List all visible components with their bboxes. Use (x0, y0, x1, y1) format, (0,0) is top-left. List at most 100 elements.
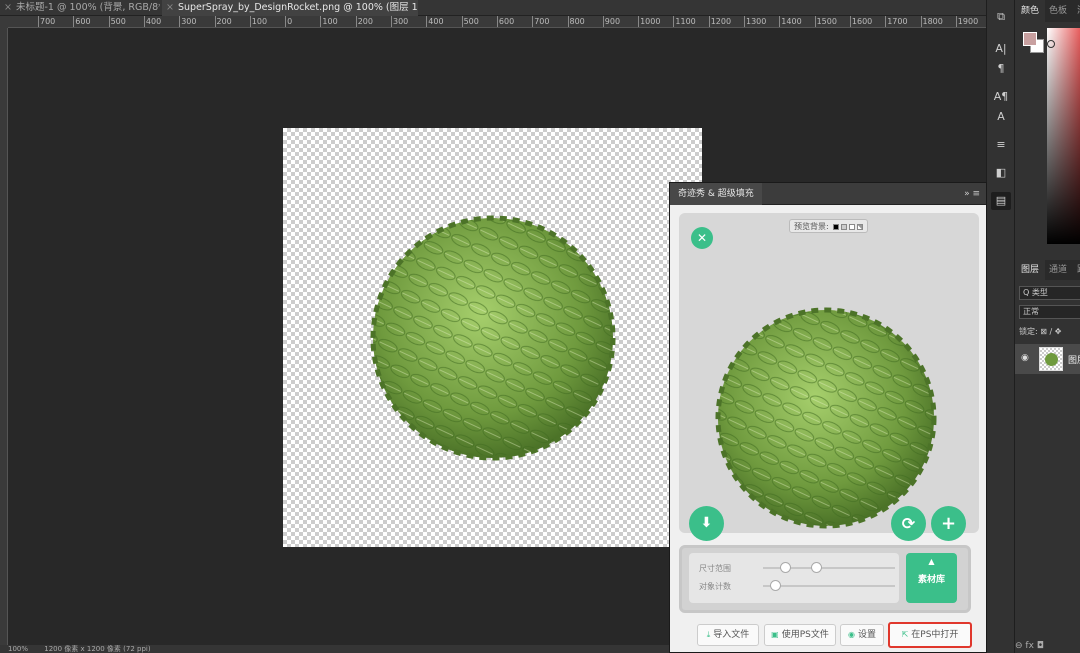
document-tabbar: × 未标题-1 @ 100% (背景, RGB/8*) * × SuperSpray… (0, 0, 986, 16)
ruler-label: 0 (287, 17, 293, 26)
use-ps-file-button[interactable]: ▣ 使用PS文件 (764, 624, 836, 646)
ruler-tick (744, 16, 745, 27)
layer-name[interactable]: 图层 (1068, 353, 1080, 366)
plugin-header: 奇迹秀 & 超级填充 » ≡ (670, 183, 986, 205)
ruler-label: 400 (145, 17, 162, 26)
ruler-corner (0, 16, 8, 28)
tab-close-icon[interactable]: × (166, 2, 174, 13)
ruler-tick (885, 16, 887, 27)
tab-superspray[interactable]: × SuperSpray_by_DesignRocket.png @ 100% (… (162, 0, 418, 16)
doc-size: 1200 像素 x 1200 像素 (72 ppi) (44, 645, 151, 653)
document-canvas[interactable] (283, 128, 702, 547)
ruler-label: 1500 (816, 17, 837, 26)
ruler-label: 1900 (957, 17, 979, 26)
sliders-group: 尺寸范围 对象计数 (689, 553, 899, 603)
material-library-button[interactable]: ▲ 素材库 (906, 553, 957, 603)
size-range-slider[interactable] (763, 562, 895, 573)
preview-background-selector[interactable]: 预览背景: (789, 219, 869, 233)
ruler-tick (108, 16, 110, 27)
tab-close-icon[interactable]: × (4, 2, 12, 13)
layer-panel-tabs: 图层 通道 路 (1015, 260, 1080, 280)
settings-label: 设置 (857, 630, 876, 640)
color-picker-cursor[interactable] (1047, 40, 1055, 48)
tab-color[interactable]: 颜色 (1015, 0, 1046, 22)
size-range-max-knob[interactable] (810, 562, 822, 573)
import-file-button[interactable]: ⤓ 导入文件 (697, 624, 759, 646)
color-field[interactable] (1047, 28, 1080, 244)
ruler-label: 500 (110, 17, 126, 26)
ruler-vertical[interactable] (0, 28, 8, 645)
plugin-panel-icon[interactable]: ▤ (991, 192, 1011, 210)
foreground-color[interactable] (1023, 32, 1037, 46)
image-icon: ▣ (771, 630, 779, 639)
artboard-icon[interactable]: ⧉ (991, 8, 1011, 26)
tab-channels[interactable]: 通道 (1043, 260, 1073, 280)
ruler-label: 200 (216, 17, 232, 26)
layer-thumbnail (1039, 347, 1063, 371)
character-style-icon[interactable]: A (991, 108, 1011, 126)
ruler-tick (955, 16, 957, 27)
tab-paths[interactable]: 路 (1071, 260, 1080, 280)
ruler-tick (708, 16, 710, 27)
ruler-tick (249, 16, 251, 27)
preview-bg-gray[interactable] (841, 223, 848, 230)
paragraph-icon[interactable]: ¶ (991, 60, 1011, 78)
open-in-ps-label: 在PS中打开 (911, 630, 959, 640)
import-label: 导入文件 (713, 630, 750, 640)
tab-layers[interactable]: 图层 (1015, 260, 1046, 280)
ruler-tick (567, 16, 569, 27)
layer-row[interactable]: ◉ 图层 (1015, 344, 1080, 374)
ruler-label: 800 (569, 17, 585, 26)
panel-menu-icon[interactable]: » ≡ (964, 183, 980, 205)
ruler-label: 500 (463, 17, 479, 26)
ruler-label: 300 (181, 17, 197, 26)
refresh-icon[interactable]: ⟳ (891, 506, 926, 541)
layer-filter-select[interactable]: Q 类型 (1019, 286, 1080, 300)
ruler-label: 600 (75, 17, 91, 26)
ruler-horizontal[interactable]: 700 600 500 400 300 200 100 0 100 200 300 400 500 600… (8, 16, 986, 28)
settings-button[interactable]: ◉ 设置 (840, 624, 884, 646)
zoom-level[interactable]: 100% (8, 645, 28, 653)
ruler-tick (355, 16, 357, 27)
ruler-label: 700 (534, 17, 550, 26)
ruler-label: 100 (251, 17, 268, 26)
size-range-min-knob[interactable] (780, 562, 792, 573)
tab-untitled[interactable]: × 未标题-1 @ 100% (背景, RGB/8*) * (0, 0, 160, 16)
preview-bg-transparent[interactable] (857, 223, 864, 230)
character-icon[interactable]: A| (991, 40, 1011, 58)
color-swatches[interactable] (1023, 32, 1045, 54)
open-in-ps-button[interactable]: ⇱ 在PS中打开 (888, 622, 972, 648)
plugin-title[interactable]: 奇迹秀 & 超级填充 (670, 183, 762, 205)
preview-area[interactable]: 预览背景: ✕ ⬇ ⟳ + (679, 213, 979, 541)
object-count-knob[interactable] (769, 580, 781, 591)
blend-mode-select[interactable]: 正常 (1019, 305, 1080, 319)
size-range-label: 尺寸范围 (699, 564, 731, 573)
right-panel: 颜色 色板 渐 图层 通道 路 Q 类型 正常 锁定: ⊠ ∕ ✥ ◉ 图层 ⊖… (1014, 0, 1080, 653)
tab-swatches[interactable]: 色板 (1043, 0, 1073, 22)
ruler-tick (920, 16, 922, 27)
ruler-tick (73, 16, 75, 27)
adjustments-icon[interactable]: ≡ (991, 136, 1011, 154)
paragraph-style-icon[interactable]: A¶ (991, 88, 1011, 106)
lock-pixels-icon[interactable]: ⊠ (1040, 327, 1049, 336)
preview-bg-white[interactable] (849, 223, 856, 230)
import-icon: ⤓ (706, 630, 711, 639)
ruler-tick (849, 16, 851, 27)
lock-move-icon[interactable]: ✥ (1055, 327, 1062, 336)
tab-gradient[interactable]: 渐 (1071, 0, 1080, 22)
ruler-label: 100 (322, 17, 338, 26)
object-count-slider[interactable] (763, 580, 895, 591)
add-icon[interactable]: + (931, 506, 966, 541)
tools-icon[interactable]: ✕ (691, 227, 713, 249)
ruler-tick (496, 16, 498, 27)
ruler-tick (779, 16, 781, 27)
preview-bg-black[interactable] (833, 223, 840, 230)
panel-icon-strip: ⧉ A| ¶ A¶ A ≡ ◧ ▤ (986, 0, 1014, 653)
color-panel-tabs: 颜色 色板 渐 (1015, 0, 1080, 22)
layer-bottom-icons[interactable]: ⊖ fx ◘ (1015, 641, 1080, 651)
properties-icon[interactable]: ◧ (991, 164, 1011, 182)
ruler-label: 1700 (887, 17, 908, 26)
tab-label: 未标题-1 @ 100% (背景, RGB/8*) * (15, 2, 160, 13)
eye-icon[interactable]: ◉ (1021, 353, 1029, 363)
download-icon[interactable]: ⬇ (689, 506, 724, 541)
